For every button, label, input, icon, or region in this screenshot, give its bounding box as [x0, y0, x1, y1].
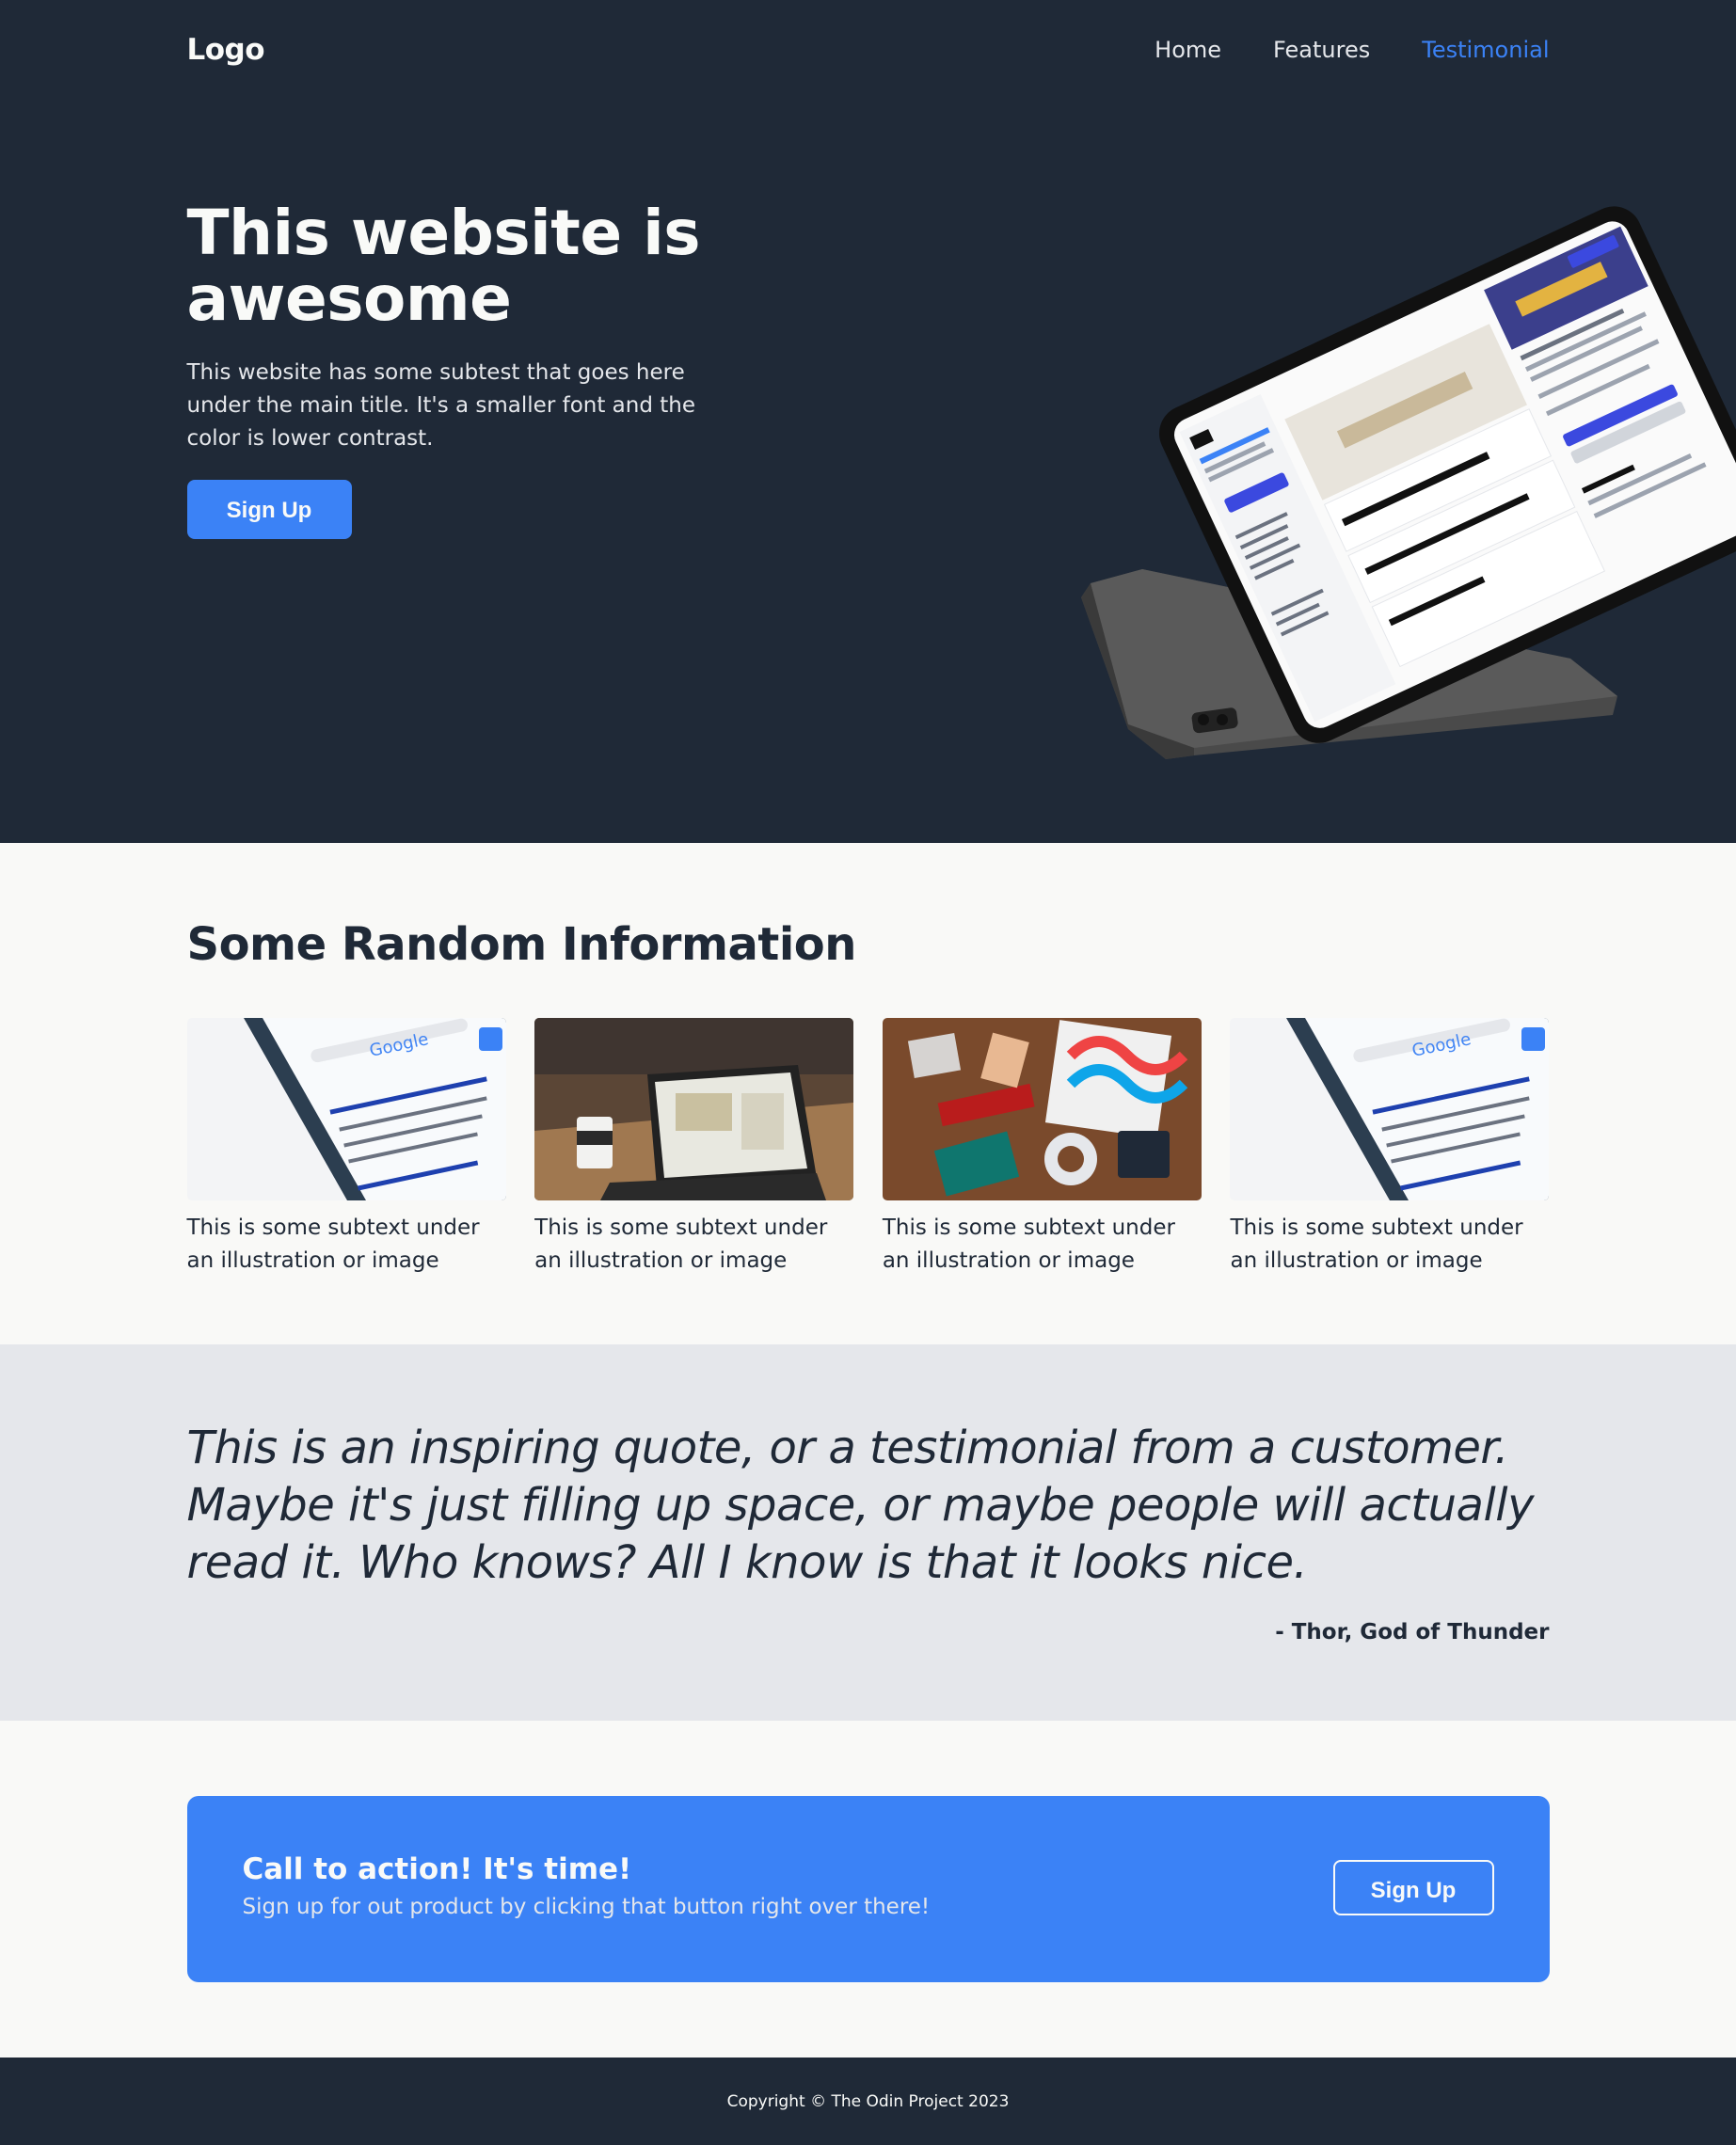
info-section: Some Random Information Google This is s…: [0, 843, 1736, 1344]
hero-sign-up-button[interactable]: Sign Up: [186, 480, 352, 539]
nav-link-home[interactable]: Home: [1155, 37, 1221, 63]
cta-subtitle: Sign up for out product by clicking that…: [242, 1895, 931, 1919]
hero-text: This website is awesome This website has…: [186, 197, 771, 539]
info-card: This is some subtext under an illustrati…: [882, 1018, 1202, 1278]
footer: Copyright © The Odin Project 2023: [0, 2058, 1736, 2145]
logo[interactable]: Logo: [187, 33, 265, 67]
top-nav: Logo Home Features Testimonial: [187, 0, 1550, 100]
info-title: Some Random Information: [186, 918, 857, 971]
cta-box: Call to action! It's time! Sign up for o…: [186, 1796, 1550, 1982]
quote-author: - Thor, God of Thunder: [1275, 1620, 1550, 1644]
card-text: This is some subtext under an illustrati…: [534, 1216, 828, 1273]
cta-sign-up-button[interactable]: Sign Up: [1332, 1860, 1494, 1915]
cta-title: Call to action! It's time!: [242, 1852, 632, 1886]
tablet-screenshot-image: [1072, 165, 1736, 786]
card-text: This is some subtext under an illustrati…: [186, 1216, 480, 1273]
cta-section: Call to action! It's time! Sign up for o…: [0, 1721, 1736, 2058]
copyright-text: Copyright © The Odin Project 2023: [726, 2091, 1010, 2111]
info-card: Google This is some subtext under an ill…: [1230, 1018, 1550, 1278]
hero-section: Logo Home Features Testimonial This webs…: [0, 0, 1736, 843]
nav-link-features[interactable]: Features: [1273, 37, 1370, 63]
hero-title: This website is awesome: [186, 197, 701, 335]
phone-google-search-image: Google: [1230, 1018, 1550, 1200]
info-card: This is some subtext under an illustrati…: [534, 1018, 854, 1278]
info-card: Google This is some subtext under an ill…: [186, 1018, 506, 1278]
card-text: This is some subtext under an illustrati…: [882, 1216, 1175, 1273]
nav-links: Home Features Testimonial: [1155, 37, 1549, 63]
nav-link-testimonial[interactable]: Testimonial: [1422, 37, 1549, 63]
info-cards: Google This is some subtext under an ill…: [186, 1018, 1550, 1278]
testimonial-quote: This is an inspiring quote, or a testimo…: [186, 1422, 1535, 1589]
quote-section: This is an inspiring quote, or a testimo…: [0, 1344, 1736, 1721]
laptop-coffee-image: [534, 1018, 854, 1200]
card-text: This is some subtext under an illustrati…: [1230, 1216, 1523, 1273]
phone-google-search-image: Google: [186, 1018, 506, 1200]
desk-flatlay-image: [882, 1018, 1202, 1200]
hero-subtitle: This website has some subtest that goes …: [186, 360, 696, 451]
